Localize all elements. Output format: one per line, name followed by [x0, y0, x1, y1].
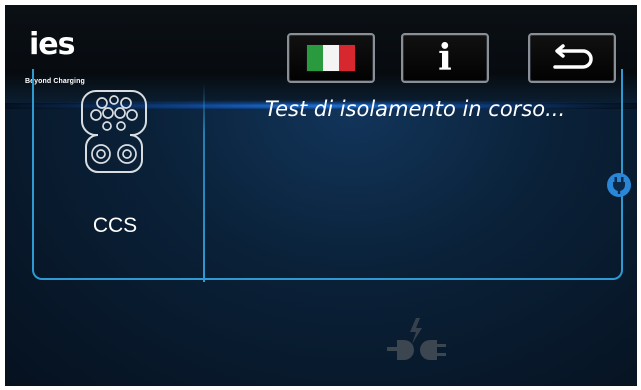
- charger-screen: ies Beyond Charging i CCS Test di isolam…: [5, 5, 637, 386]
- connector-type-label: CCS: [92, 214, 138, 237]
- logo-mark: ies: [29, 27, 75, 62]
- plug-unplug-icon: [387, 318, 446, 360]
- plug-connected-icon: [607, 173, 631, 197]
- italian-flag-icon: [306, 44, 356, 72]
- ccs-connector-icon: [81, 90, 147, 173]
- status-message: Test di isolamento in corso...: [264, 97, 566, 121]
